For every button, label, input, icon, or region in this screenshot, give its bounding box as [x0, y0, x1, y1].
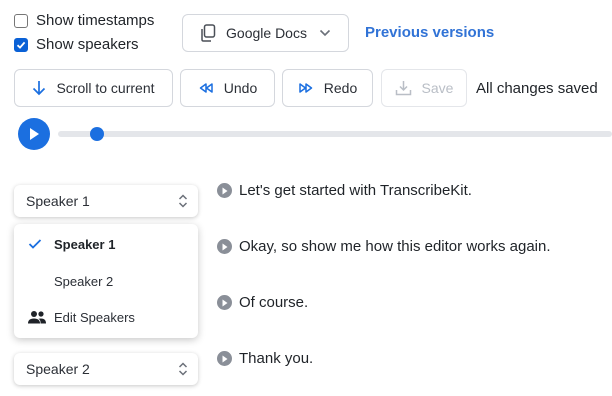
edit-speakers-label: Edit Speakers: [54, 309, 135, 325]
chevron-updown-icon: [178, 362, 188, 376]
checkmark-icon: [28, 239, 42, 249]
transcript-text[interactable]: Okay, so show me how this editor works a…: [239, 238, 551, 255]
show-timestamps-checkbox[interactable]: [14, 13, 28, 28]
speaker-menu-item-2[interactable]: Speaker 2: [14, 266, 198, 296]
segment-play-icon[interactable]: [217, 295, 232, 310]
speaker-menu-item-1[interactable]: Speaker 1: [14, 229, 198, 259]
undo-label: Undo: [223, 80, 258, 96]
speaker-select-value: Speaker 1: [26, 193, 90, 209]
save-label: Save: [421, 80, 454, 96]
fast-forward-icon: [299, 83, 313, 93]
speaker-select-value: Speaker 2: [26, 361, 90, 377]
export-dropdown[interactable]: Google Docs: [182, 14, 349, 52]
play-button[interactable]: [18, 118, 50, 150]
people-icon: [28, 311, 46, 324]
segment-play-icon[interactable]: [217, 239, 232, 254]
show-speakers-label: Show speakers: [36, 36, 139, 53]
edit-speakers-menu-item[interactable]: Edit Speakers: [14, 302, 198, 332]
playback-progress-track[interactable]: [58, 131, 612, 137]
download-icon: [395, 81, 411, 96]
save-status: All changes saved: [476, 80, 598, 97]
transcript-line[interactable]: Thank you.: [217, 350, 313, 367]
segment-play-icon[interactable]: [217, 183, 232, 198]
previous-versions-link[interactable]: Previous versions: [365, 24, 494, 41]
redo-button[interactable]: Redo: [282, 69, 373, 107]
speaker-select[interactable]: Speaker 1: [14, 185, 198, 217]
export-label: Google Docs: [226, 25, 307, 41]
playback-scrubber-handle[interactable]: [89, 127, 104, 141]
transcript-text[interactable]: Let's get started with TranscribeKit.: [239, 182, 472, 199]
show-speakers-option[interactable]: Show speakers: [14, 36, 139, 53]
rewind-icon: [199, 83, 213, 93]
speaker-select[interactable]: Speaker 2: [14, 353, 198, 385]
show-timestamps-option[interactable]: Show timestamps: [14, 12, 154, 29]
segment-play-icon[interactable]: [217, 351, 232, 366]
transcript-line[interactable]: Of course.: [217, 294, 308, 311]
play-icon: [30, 128, 39, 140]
redo-label: Redo: [323, 80, 358, 96]
show-speakers-checkbox[interactable]: [14, 37, 28, 52]
show-timestamps-label: Show timestamps: [36, 12, 155, 29]
chevron-updown-icon: [178, 194, 188, 208]
speaker-menu-item-label: Speaker 2: [54, 273, 114, 289]
checkmark-icon: [16, 41, 26, 49]
transcript-line[interactable]: Okay, so show me how this editor works a…: [217, 238, 551, 255]
chevron-down-icon: [319, 29, 331, 37]
save-button[interactable]: Save: [381, 69, 467, 107]
scroll-to-current-label: Scroll to current: [56, 80, 155, 96]
arrow-down-icon: [33, 81, 46, 96]
undo-button[interactable]: Undo: [180, 69, 275, 107]
transcript-line[interactable]: Let's get started with TranscribeKit.: [217, 182, 472, 199]
transcript-text[interactable]: Thank you.: [239, 350, 313, 367]
copy-icon: [201, 24, 216, 42]
speaker-menu-item-label: Speaker 1: [54, 236, 116, 252]
transcript-text[interactable]: Of course.: [239, 294, 308, 311]
speaker-menu: Speaker 1 Speaker 2 Edit Speakers: [14, 224, 198, 338]
scroll-to-current-button[interactable]: Scroll to current: [14, 69, 173, 107]
